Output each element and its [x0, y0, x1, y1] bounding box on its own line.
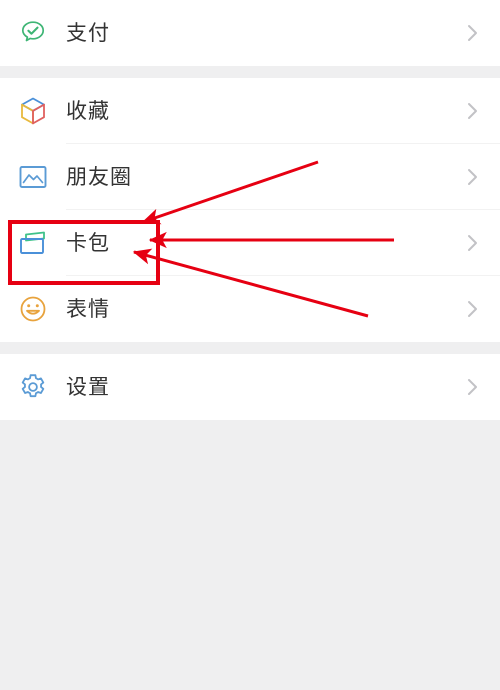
cube-favorites-icon: [14, 92, 52, 130]
phone-screen: 支付 收藏 朋友圈 卡包 表情 设置: [0, 0, 500, 690]
list-item-label: 收藏: [66, 98, 110, 123]
group-gap-1: [0, 66, 500, 78]
list-item-label: 表情: [66, 296, 110, 321]
list-item-label: 支付: [66, 20, 110, 45]
group-settings: 设置: [0, 354, 500, 420]
list-item-label: 设置: [66, 374, 110, 399]
chevron-right-icon: [462, 299, 482, 319]
chevron-right-icon: [462, 377, 482, 397]
chevron-right-icon: [462, 23, 482, 43]
gear-settings-icon: [14, 368, 52, 406]
list-item-cards[interactable]: 卡包: [0, 210, 500, 276]
chevron-right-icon: [462, 233, 482, 253]
chevron-right-icon: [462, 167, 482, 187]
card-wallet-icon: [14, 224, 52, 262]
group-main: 收藏 朋友圈 卡包 表情: [0, 78, 500, 342]
list-item-favorites[interactable]: 收藏: [0, 78, 500, 144]
photo-moments-icon: [14, 158, 52, 196]
smiley-sticker-icon: [14, 290, 52, 328]
wechat-pay-icon: [14, 14, 52, 52]
list-item-stickers[interactable]: 表情: [0, 276, 500, 342]
list-item-label: 卡包: [66, 230, 110, 255]
group-pay: 支付: [0, 0, 500, 66]
list-item-moments[interactable]: 朋友圈: [0, 144, 500, 210]
group-gap-2: [0, 342, 500, 354]
chevron-right-icon: [462, 101, 482, 121]
list-item-label: 朋友圈: [66, 164, 132, 189]
list-item-settings[interactable]: 设置: [0, 354, 500, 420]
list-item-pay[interactable]: 支付: [0, 0, 500, 66]
